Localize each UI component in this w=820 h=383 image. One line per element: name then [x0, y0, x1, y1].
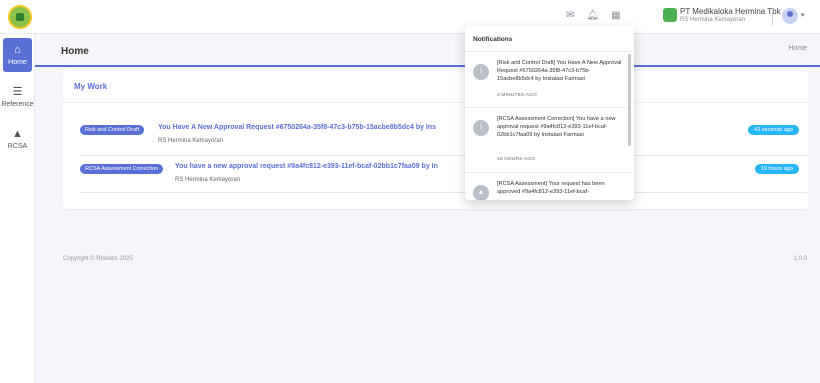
list-item[interactable]: Risk and Control Draft You Have A New Ap… — [80, 123, 799, 152]
copyright: Copyright © Riskobs 2025 — [63, 256, 133, 262]
card-title: My Work — [74, 82, 108, 91]
notification-text: [RCSA Assessment Correction] You have a … — [497, 116, 616, 138]
my-work-card: My Work Risk and Control Draft You Have … — [63, 71, 808, 209]
notification-time: 19 HOURS AGO — [497, 157, 536, 162]
sidebar: ⌂ Home ☰ Reference ▲ RCSA — [0, 34, 35, 383]
row-divider — [80, 155, 807, 156]
sliders-icon: ☰ — [12, 85, 23, 98]
page-header: Home Home — [35, 34, 820, 67]
row-divider — [80, 192, 807, 193]
topbar-divider — [772, 9, 773, 25]
bell-icon[interactable]: 🔔︎ — [586, 10, 599, 21]
notifications-dropdown: Notifications i [Risk and Control Draft]… — [465, 26, 634, 200]
card-divider — [63, 102, 808, 103]
sidebar-item-home[interactable]: ⌂ Home — [3, 38, 32, 72]
sidebar-item-rcsa[interactable]: ▲ RCSA — [0, 122, 35, 156]
top-bar: ✉ 🔔︎ ▦ PT Medikaloka Hermina Tbk RS Herm… — [0, 0, 820, 34]
info-icon: i — [473, 120, 489, 136]
breadcrumb[interactable]: Home — [788, 45, 807, 52]
sidebar-item-label: RCSA — [7, 142, 28, 150]
company-unit: RS Hermina Kemayoran — [680, 17, 746, 23]
category-badge: Risk and Control Draft — [80, 125, 145, 135]
work-link[interactable]: You Have A New Approval Request #6750264… — [158, 124, 436, 131]
app-version: 1.0.0 — [793, 256, 807, 262]
notifications-title: Notifications — [473, 36, 513, 43]
notification-text: [Risk and Control Draft] You Have A New … — [497, 60, 622, 82]
list-item[interactable]: RCSA Assessment Correction You have a ne… — [80, 162, 799, 191]
notification-text: [RCSA Assessment] Your request has been … — [497, 181, 605, 195]
time-badge: 43 seconds ago — [748, 125, 799, 135]
avatar[interactable] — [782, 8, 798, 24]
grid-icon[interactable]: ▦ — [611, 10, 620, 21]
work-origin: RS Hermina Kemayoran — [158, 138, 224, 144]
mail-icon[interactable]: ✉ — [566, 10, 574, 21]
company-logo — [663, 8, 677, 22]
work-origin: RS Hermina Kemayoran — [175, 177, 241, 183]
info-icon: i — [473, 64, 489, 80]
page-title: Home — [61, 46, 89, 57]
company-info[interactable]: PT Medikaloka Hermina Tbk RS Hermina Kem… — [680, 7, 781, 25]
work-link[interactable]: You have a new approval request #9a4fc81… — [175, 163, 438, 170]
notifications-divider — [465, 51, 634, 52]
sidebar-item-label: Reference — [1, 100, 34, 108]
chevron-down-icon[interactable]: ▾ — [801, 11, 805, 19]
notification-divider — [465, 172, 634, 173]
notification-time: 3 MINUTES AGO — [497, 93, 537, 98]
notification-divider — [465, 107, 634, 108]
time-badge: 19 hours ago — [754, 164, 799, 174]
app-logo[interactable] — [8, 5, 32, 29]
warning-icon: ▲ — [473, 185, 489, 200]
sidebar-item-label: Home — [8, 58, 27, 66]
category-badge: RCSA Assessment Correction — [80, 164, 164, 174]
top-icons: ✉ 🔔︎ ▦ — [566, 10, 621, 21]
company-name: PT Medikaloka Hermina Tbk — [680, 7, 781, 16]
sidebar-item-reference[interactable]: ☰ Reference — [0, 80, 35, 114]
notifications-scrollbar[interactable] — [628, 54, 631, 146]
dashboard-icon: ⌂ — [14, 43, 21, 56]
warning-icon: ▲ — [12, 127, 23, 140]
